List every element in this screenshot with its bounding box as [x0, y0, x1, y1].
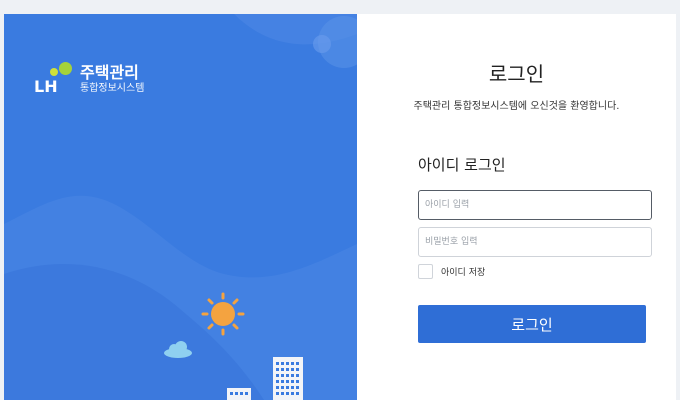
page-title: 로그인: [488, 62, 545, 86]
remember-id-label: 아이디 저장: [441, 268, 486, 278]
building-small-icon: [227, 388, 251, 400]
login-card: LH 주택관리 통합정보시스템 로그인 주택관리 통합정보시스템에 오신것을 환…: [4, 14, 676, 400]
remember-id-checkbox[interactable]: [418, 264, 433, 279]
login-button[interactable]: 로그인: [418, 305, 646, 343]
sun-icon: [201, 292, 245, 336]
remember-id[interactable]: 아이디 저장: [418, 264, 485, 279]
user-id-input[interactable]: [418, 190, 652, 220]
city-illustration: [164, 292, 303, 400]
login-panel: 로그인 주택관리 통합정보시스템에 오신것을 환영합니다. 아이디 로그인 아이…: [357, 14, 676, 400]
welcome-text: 주택관리 통합정보시스템에 오신것을 환영합니다.: [413, 101, 620, 112]
cloud-icon: [164, 341, 192, 358]
brand-panel: LH 주택관리 통합정보시스템: [4, 14, 357, 400]
building-tall-icon: [273, 357, 303, 400]
password-input[interactable]: [418, 227, 652, 257]
id-login-heading: 아이디 로그인: [418, 156, 506, 174]
